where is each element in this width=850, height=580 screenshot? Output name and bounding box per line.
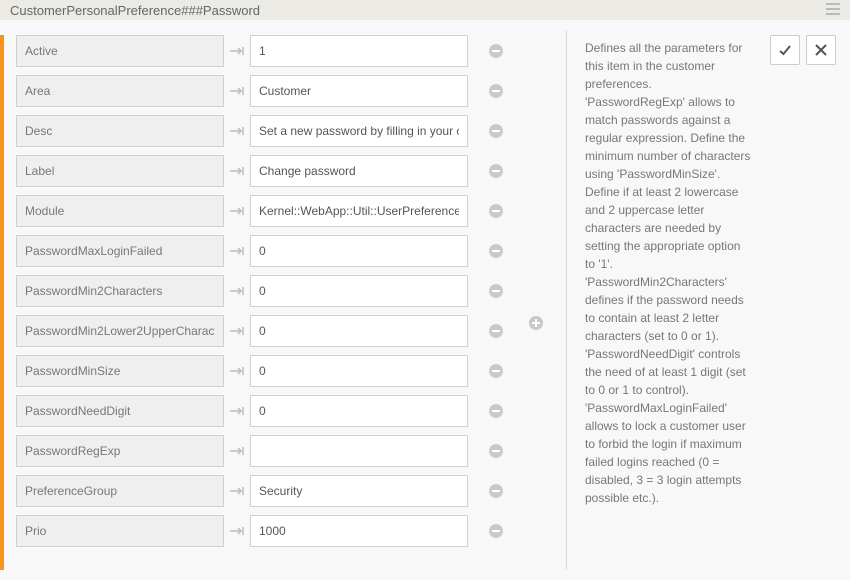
minus-icon[interactable] xyxy=(488,163,504,179)
value-input[interactable] xyxy=(250,115,468,147)
minus-icon[interactable] xyxy=(488,243,504,259)
action-buttons xyxy=(770,35,840,570)
kv-row xyxy=(16,475,516,507)
vertical-divider xyxy=(566,30,567,570)
value-input[interactable] xyxy=(250,355,468,387)
key-input[interactable] xyxy=(16,395,224,427)
minus-icon[interactable] xyxy=(488,203,504,219)
arrow-right-icon xyxy=(230,166,244,176)
kv-row xyxy=(16,515,516,547)
arrow-right-icon xyxy=(230,246,244,256)
description-text: Defines all the parameters for this item… xyxy=(585,35,758,570)
key-input[interactable] xyxy=(16,275,224,307)
minus-icon[interactable] xyxy=(488,363,504,379)
config-panel: CustomerPersonalPreference###Password De… xyxy=(0,0,850,564)
arrow-right-icon xyxy=(230,86,244,96)
key-input[interactable] xyxy=(16,435,224,467)
minus-icon[interactable] xyxy=(488,483,504,499)
key-input[interactable] xyxy=(16,515,224,547)
minus-icon[interactable] xyxy=(488,523,504,539)
kv-row xyxy=(16,435,516,467)
key-input[interactable] xyxy=(16,75,224,107)
hamburger-icon[interactable] xyxy=(826,3,840,18)
kv-row xyxy=(16,115,516,147)
key-input[interactable] xyxy=(16,475,224,507)
arrow-right-icon xyxy=(230,46,244,56)
minus-icon[interactable] xyxy=(488,403,504,419)
minus-icon[interactable] xyxy=(488,283,504,299)
value-input[interactable] xyxy=(250,35,468,67)
kv-row xyxy=(16,235,516,267)
key-value-list xyxy=(16,35,516,570)
kv-row xyxy=(16,355,516,387)
confirm-button[interactable] xyxy=(770,35,800,65)
minus-icon[interactable] xyxy=(488,323,504,339)
cancel-button[interactable] xyxy=(806,35,836,65)
minus-icon[interactable] xyxy=(488,83,504,99)
minus-icon[interactable] xyxy=(488,123,504,139)
panel-title: CustomerPersonalPreference###Password xyxy=(10,3,260,18)
arrow-right-icon xyxy=(230,526,244,536)
panel-header: CustomerPersonalPreference###Password xyxy=(0,0,850,20)
minus-icon[interactable] xyxy=(488,443,504,459)
add-row-column xyxy=(528,35,548,570)
accent-bar xyxy=(0,35,4,570)
key-input[interactable] xyxy=(16,235,224,267)
key-input[interactable] xyxy=(16,115,224,147)
value-input[interactable] xyxy=(250,275,468,307)
key-input[interactable] xyxy=(16,355,224,387)
value-input[interactable] xyxy=(250,75,468,107)
value-input[interactable] xyxy=(250,315,468,347)
arrow-right-icon xyxy=(230,486,244,496)
key-input[interactable] xyxy=(16,195,224,227)
arrow-right-icon xyxy=(230,286,244,296)
key-input[interactable] xyxy=(16,155,224,187)
minus-icon[interactable] xyxy=(488,43,504,59)
kv-row xyxy=(16,275,516,307)
arrow-right-icon xyxy=(230,326,244,336)
arrow-right-icon xyxy=(230,446,244,456)
arrow-right-icon xyxy=(230,366,244,376)
value-input[interactable] xyxy=(250,395,468,427)
key-input[interactable] xyxy=(16,315,224,347)
kv-row xyxy=(16,75,516,107)
kv-row xyxy=(16,195,516,227)
arrow-right-icon xyxy=(230,126,244,136)
arrow-right-icon xyxy=(230,406,244,416)
plus-icon[interactable] xyxy=(528,320,544,334)
value-input[interactable] xyxy=(250,195,468,227)
value-input[interactable] xyxy=(250,515,468,547)
arrow-right-icon xyxy=(230,206,244,216)
value-input[interactable] xyxy=(250,235,468,267)
kv-row xyxy=(16,35,516,67)
key-input[interactable] xyxy=(16,35,224,67)
kv-row xyxy=(16,315,516,347)
value-input[interactable] xyxy=(250,435,468,467)
value-input[interactable] xyxy=(250,475,468,507)
kv-row xyxy=(16,155,516,187)
value-input[interactable] xyxy=(250,155,468,187)
panel-body: Defines all the parameters for this item… xyxy=(0,20,850,580)
kv-row xyxy=(16,395,516,427)
